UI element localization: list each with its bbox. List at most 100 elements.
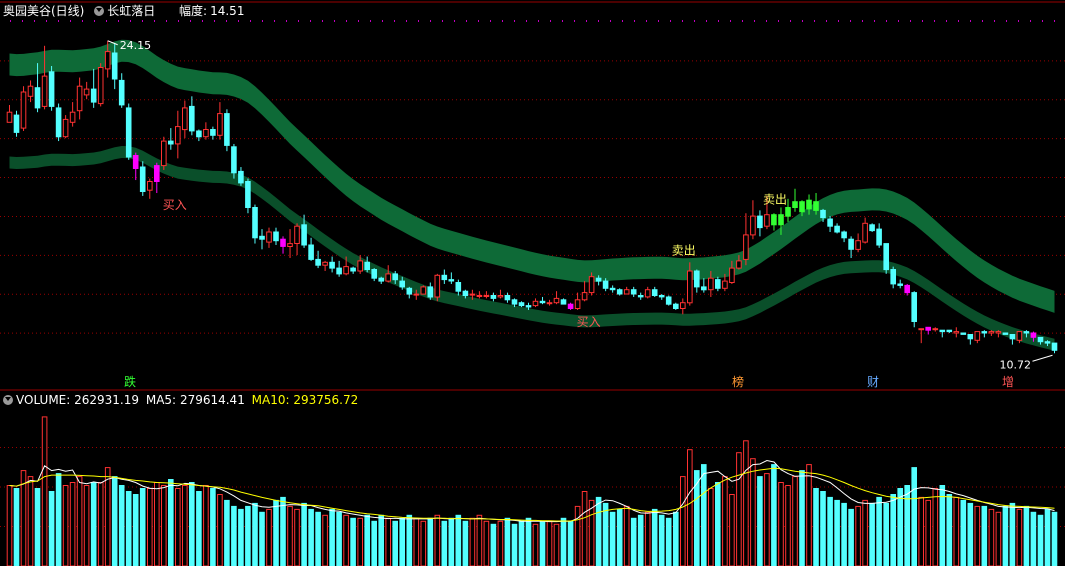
volume-bar [673, 511, 679, 566]
candle-body [132, 155, 139, 169]
candle-body [497, 295, 504, 298]
candle-body [378, 277, 384, 282]
candle-body [90, 88, 97, 103]
volume-bar [792, 476, 798, 566]
volume-dropdown-icon[interactable] [3, 395, 13, 405]
candle-body [238, 170, 244, 184]
volume-bar [441, 520, 448, 566]
candle-body [974, 331, 981, 341]
indicator-dropdown-icon[interactable] [94, 6, 105, 16]
volume-bar [567, 520, 574, 566]
candle-body [343, 266, 349, 275]
event-marker-finance[interactable]: 财 [865, 375, 881, 389]
event-marker-ranking[interactable]: 榜 [730, 375, 746, 389]
candle-body [687, 270, 693, 304]
volume-bar [1009, 502, 1016, 566]
candle-body [399, 280, 405, 288]
volume-bar [757, 476, 763, 566]
volume-bar [182, 485, 188, 566]
volume-bar [90, 482, 97, 566]
volume-bar [483, 520, 490, 566]
candle-body [455, 282, 462, 292]
volume-bar [869, 502, 875, 566]
volume-bar [525, 517, 532, 566]
candle-body [280, 238, 286, 247]
candle-body [715, 279, 721, 289]
candle-body [125, 107, 132, 158]
volume-bar [974, 505, 981, 566]
volume-bar [729, 494, 735, 566]
chart-window: { "header": { "stock_name": "奥园美谷(日线)", … [0, 0, 1065, 566]
candle-body [764, 214, 770, 227]
volume-bar [34, 488, 41, 566]
candle-body [322, 261, 328, 266]
low-pointer-line [1032, 354, 1053, 362]
volume-bar [252, 502, 258, 566]
volume-bar [357, 517, 363, 566]
volume-bar [848, 508, 854, 566]
volume-bar [238, 508, 244, 566]
candle-body [62, 118, 69, 138]
candle-body [658, 295, 665, 298]
candle-body [469, 293, 476, 296]
candle-body [1002, 332, 1009, 335]
volume-bar [497, 520, 504, 566]
volume-bar [27, 476, 34, 566]
candle-body [890, 269, 897, 285]
volume-bar [623, 505, 630, 566]
volume-bar [883, 502, 890, 566]
candle-body [231, 146, 237, 174]
volume-bar [448, 517, 455, 566]
high-price-label: 24.15 [120, 39, 151, 52]
candle-body [722, 280, 728, 289]
candle-body [168, 140, 174, 145]
volume-bar [890, 494, 897, 566]
volume-bar [995, 511, 1002, 566]
candle-body [708, 277, 714, 291]
candle-body [602, 280, 609, 289]
volume-bar [434, 514, 441, 566]
candle-body [118, 79, 125, 106]
volume-bar [680, 476, 686, 566]
candle-body [97, 67, 104, 105]
volume-bar [504, 517, 511, 566]
event-marker-fall[interactable]: 跌 [122, 375, 138, 389]
volume-bar [813, 488, 819, 566]
candle-body [567, 303, 574, 310]
candle-body [904, 284, 911, 294]
candle-body [434, 274, 441, 298]
volume-bar [413, 517, 420, 566]
candle-body [981, 331, 988, 334]
candle-body [1016, 331, 1023, 341]
volume-bar [665, 517, 672, 566]
candle-body [953, 331, 960, 334]
volume-bar [546, 520, 553, 566]
volume-bar [988, 508, 995, 566]
volume-bar [687, 449, 693, 566]
volume-bar [651, 508, 658, 566]
candle-body [34, 87, 41, 109]
candle-body [869, 224, 875, 232]
indicator-name[interactable]: 长虹落日 [107, 4, 155, 18]
lower-trend-band [9, 146, 1055, 351]
candle-body [532, 300, 539, 307]
candle-body [55, 107, 62, 138]
volume-bar [708, 488, 714, 566]
volume-bar [154, 482, 160, 566]
candle-body [778, 214, 784, 226]
candle-body [413, 293, 420, 296]
volume-bar [490, 523, 497, 566]
candle-body [1044, 341, 1051, 344]
ma5-value: 279614.41 [179, 393, 245, 407]
volume-bar [1051, 511, 1058, 566]
candle-body [350, 267, 356, 272]
event-marker-increase[interactable]: 增 [1000, 375, 1016, 389]
volume-bar [336, 511, 342, 566]
candle-body [729, 267, 735, 284]
volume-bar [308, 508, 314, 566]
candle-body [588, 276, 595, 294]
candle-body [420, 286, 427, 295]
volume-bar [48, 491, 55, 566]
candle-body [441, 274, 448, 281]
candle-body [806, 199, 812, 210]
